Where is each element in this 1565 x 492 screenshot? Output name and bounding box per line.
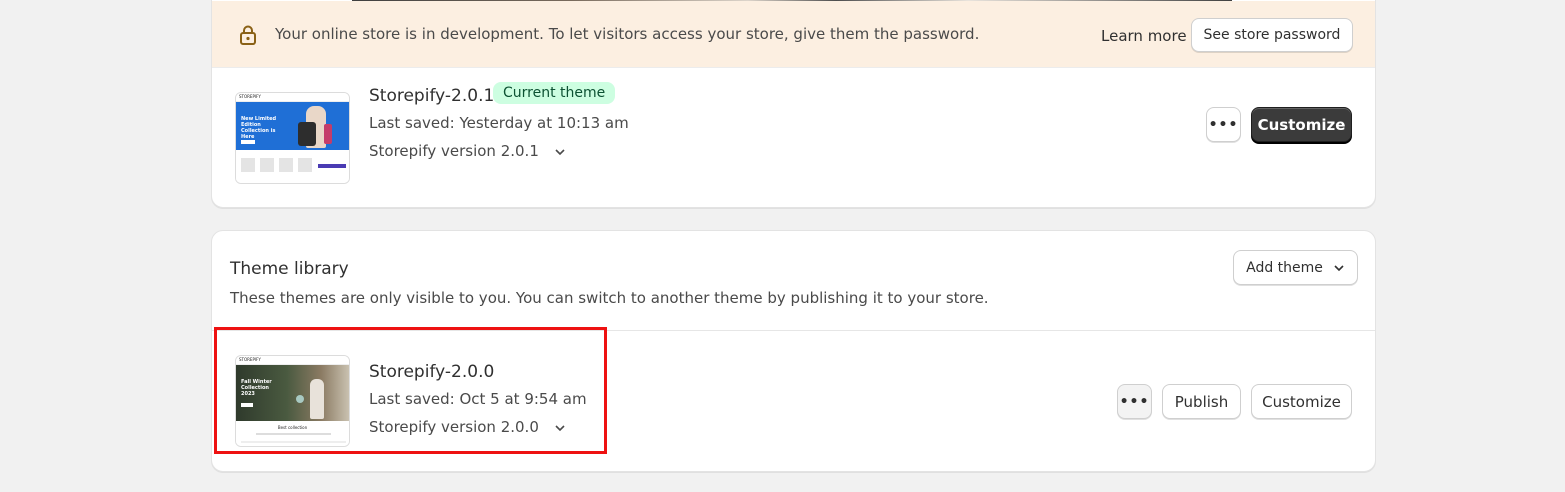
add-theme-label: Add theme [1246,259,1323,276]
publish-button[interactable]: Publish [1162,384,1241,419]
thumbnail-section-title: Best collection [277,425,308,430]
library-theme-customize-button[interactable]: Customize [1251,384,1352,419]
library-theme-thumbnail: STOREPIFY Fall Winter Collection 2023 Be… [235,355,350,447]
theme-library-card: Theme library These themes are only visi… [211,230,1376,472]
current-theme-version-label: Storepify version 2.0.1 [369,142,539,160]
library-theme-row: STOREPIFY Fall Winter Collection 2023 Be… [212,331,1375,471]
library-theme-version-label: Storepify version 2.0.0 [369,418,539,436]
current-theme-customize-button[interactable]: Customize [1251,107,1352,142]
chevron-down-icon [555,424,565,431]
library-theme-more-actions-button[interactable]: ••• [1117,384,1152,419]
lock-icon [240,25,256,45]
thumbnail-brand: STOREPIFY [239,357,261,362]
theme-library-description: These themes are only visible to you. Yo… [230,289,989,307]
theme-library-title: Theme library [230,259,349,279]
current-theme-name: Storepify-2.0.1 [369,86,495,106]
current-theme-card: Your online store is in development. To … [211,0,1376,208]
thumbnail-headline: Fall Winter Collection 2023 [241,379,272,397]
chevron-down-icon [1334,264,1344,271]
current-theme-last-saved: Last saved: Yesterday at 10:13 am [369,114,629,132]
add-theme-button[interactable]: Add theme [1233,250,1358,285]
learn-more-link[interactable]: Learn more [1101,27,1187,45]
current-theme-thumbnail: STOREPIFY New Limited Edition Collection… [235,92,350,184]
library-theme-last-saved: Last saved: Oct 5 at 9:54 am [369,390,587,408]
chevron-down-icon [555,148,565,155]
thumbnail-brand: STOREPIFY [239,94,261,99]
library-theme-version[interactable]: Storepify version 2.0.0 [369,418,566,436]
banner-message: Your online store is in development. To … [275,25,980,43]
see-store-password-button[interactable]: See store password [1191,18,1353,52]
current-theme-version[interactable]: Storepify version 2.0.1 [369,142,566,160]
current-theme-more-actions-button[interactable]: ••• [1206,107,1241,142]
thumbnail-headline: New Limited Edition Collection is Here [241,116,277,140]
development-banner: Your online store is in development. To … [212,1,1375,68]
current-theme-badge: Current theme [493,82,616,104]
library-theme-name: Storepify-2.0.0 [369,362,495,382]
current-theme-row: STOREPIFY New Limited Edition Collection… [212,68,1375,207]
